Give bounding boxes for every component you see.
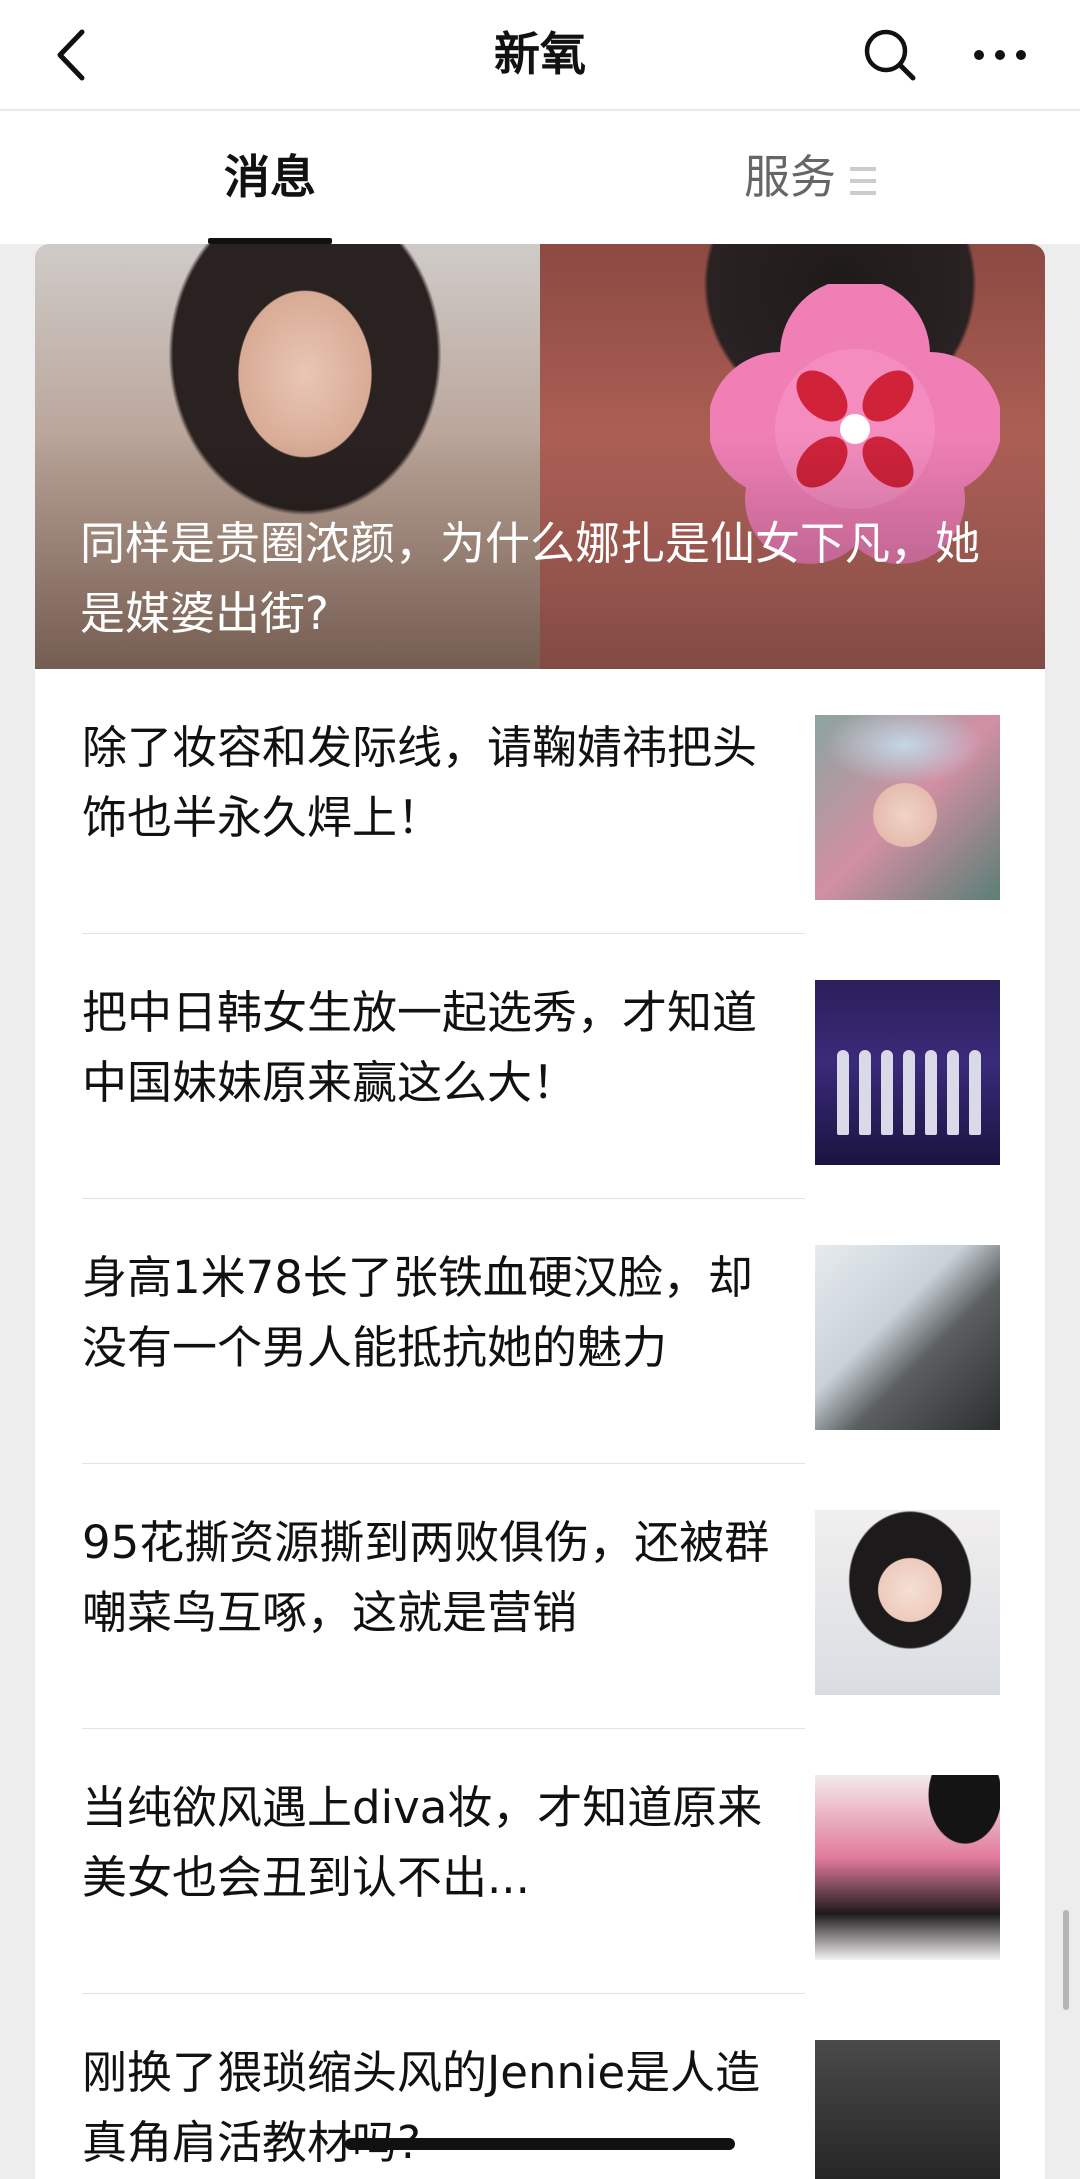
tab-services-label: 服务 <box>744 150 836 204</box>
article-thumbnail <box>815 1245 1000 1430</box>
menu-lines-icon <box>850 166 876 195</box>
article-title: 当纯欲风遇上diva妆，才知道原来美女也会丑到认不出... <box>82 1781 763 1904</box>
search-icon <box>864 29 916 81</box>
article-thumbnail <box>815 980 1000 1165</box>
article-thumbnail <box>815 1510 1000 1695</box>
article-title: 身高1米78长了张铁血硬汉脸，却没有一个男人能抵抗她的魅力 <box>82 1251 753 1374</box>
tab-messages[interactable]: 消息 <box>180 111 360 244</box>
list-item[interactable]: 刚换了猥琐缩头风的Jennie是人造真角肩活教材吗? <box>35 1994 1045 2179</box>
list-item[interactable]: 身高1米78长了张铁血硬汉脸，却没有一个男人能抵抗她的魅力 <box>35 1199 1045 1464</box>
top-nav-bar: 新氧 <box>0 0 1080 110</box>
article-title: 把中日韩女生放一起选秀，才知道中国妹妹原来赢这么大！ <box>82 986 758 1109</box>
list-item[interactable]: 95花撕资源撕到两败俱伤，还被群嘲菜鸟互啄，这就是营销 <box>35 1464 1045 1729</box>
list-item[interactable]: 当纯欲风遇上diva妆，才知道原来美女也会丑到认不出... <box>35 1729 1045 1994</box>
hero-title: 同样是贵圈浓颜，为什么娜扎是仙女下凡，她是媒婆出街? <box>80 517 981 640</box>
article-thumbnail <box>815 715 1000 900</box>
article-title: 刚换了猥琐缩头风的Jennie是人造真角肩活教材吗? <box>82 2046 761 2169</box>
article-thumbnail <box>815 2040 1000 2179</box>
more-button[interactable] <box>965 20 1035 90</box>
home-indicator[interactable] <box>345 2138 735 2150</box>
list-item[interactable]: 把中日韩女生放一起选秀，才知道中国妹妹原来赢这么大！ <box>35 934 1045 1199</box>
hero-article[interactable]: 同样是贵圈浓颜，为什么娜扎是仙女下凡，她是媒婆出街? <box>35 244 1045 669</box>
article-thumbnail <box>815 1775 1000 1960</box>
search-button[interactable] <box>855 20 925 90</box>
article-title: 除了妆容和发际线，请鞠婧祎把头饰也半永久焊上！ <box>82 721 758 844</box>
article-title: 95花撕资源撕到两败俱伤，还被群嘲菜鸟互啄，这就是营销 <box>82 1516 770 1639</box>
tab-messages-label: 消息 <box>224 150 316 204</box>
tab-services[interactable]: 服务 <box>690 111 930 244</box>
scrollbar[interactable] <box>1063 1910 1069 2010</box>
tab-bar: 消息 服务 <box>0 111 1080 244</box>
more-horizontal-icon <box>974 50 1026 60</box>
list-item[interactable]: 除了妆容和发际线，请鞠婧祎把头饰也半永久焊上！ <box>35 669 1045 934</box>
article-card: 同样是贵圈浓颜，为什么娜扎是仙女下凡，她是媒婆出街? 除了妆容和发际线，请鞠婧祎… <box>35 244 1045 2179</box>
